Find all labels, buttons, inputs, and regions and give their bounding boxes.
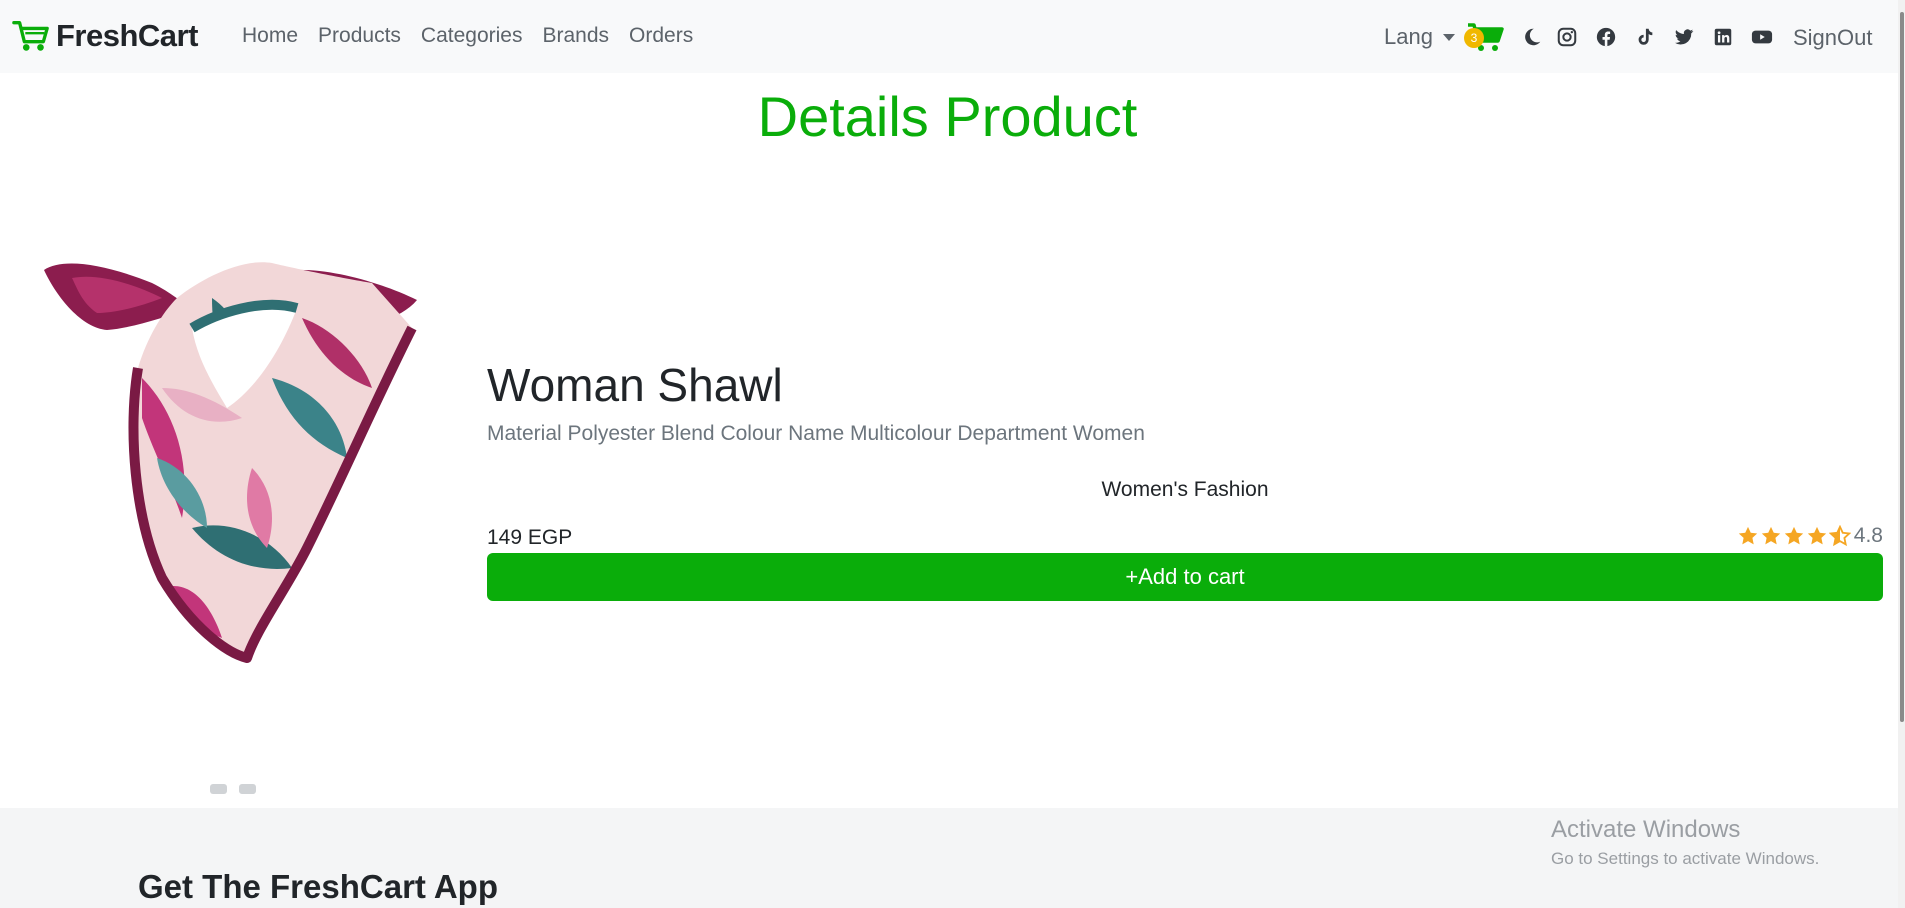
nav-brands[interactable]: Brands bbox=[542, 24, 609, 48]
scrollbar-thumb[interactable] bbox=[1900, 12, 1904, 722]
star-icon bbox=[1761, 526, 1780, 545]
image-carousel-indicators bbox=[210, 784, 256, 794]
star-icon bbox=[1738, 526, 1757, 545]
product-image bbox=[44, 262, 417, 663]
star-icon bbox=[1784, 526, 1803, 545]
footer-app-title: Get The FreshCart App bbox=[138, 868, 498, 905]
moon-icon[interactable] bbox=[1521, 26, 1543, 48]
instagram-icon[interactable] bbox=[1556, 26, 1578, 48]
brand-logo[interactable]: FreshCart bbox=[12, 18, 198, 54]
nav-orders[interactable]: Orders bbox=[629, 24, 693, 48]
product-rating: 4.8 bbox=[1737, 524, 1883, 548]
cart-count-badge: 3 bbox=[1464, 28, 1484, 48]
navbar: FreshCart Home Products Categories Brand… bbox=[0, 0, 1905, 73]
nav-categories[interactable]: Categories bbox=[421, 24, 523, 48]
cart-logo-icon bbox=[12, 21, 49, 51]
activate-windows-title: Activate Windows bbox=[1551, 816, 1741, 843]
linkedin-icon[interactable] bbox=[1712, 26, 1734, 48]
add-to-cart-button[interactable]: +Add to cart bbox=[487, 553, 1883, 601]
brand-name: FreshCart bbox=[56, 18, 198, 53]
activate-windows-subtitle: Go to Settings to activate Windows. bbox=[1551, 849, 1820, 868]
main-nav: Home Products Categories Brands Orders bbox=[242, 24, 693, 48]
language-dropdown[interactable]: Lang bbox=[1384, 24, 1455, 50]
star-icon bbox=[1807, 526, 1826, 545]
product-category: Women's Fashion bbox=[1101, 478, 1269, 501]
nav-home[interactable]: Home bbox=[242, 24, 298, 48]
youtube-icon[interactable] bbox=[1750, 26, 1774, 48]
tiktok-icon[interactable] bbox=[1634, 26, 1656, 48]
language-label: Lang bbox=[1384, 24, 1433, 49]
nav-products[interactable]: Products bbox=[318, 24, 401, 48]
star-half-icon bbox=[1828, 525, 1851, 547]
product-price: 149 EGP bbox=[487, 526, 573, 549]
rating-value: 4.8 bbox=[1853, 524, 1883, 547]
carousel-dot-1[interactable] bbox=[210, 784, 227, 794]
product-name: Woman Shawl bbox=[487, 359, 783, 411]
page-title: Details Product bbox=[757, 85, 1138, 148]
carousel-dot-2[interactable] bbox=[239, 784, 256, 794]
chevron-down-icon bbox=[1442, 33, 1455, 41]
signout-link[interactable]: SignOut bbox=[1793, 25, 1873, 51]
facebook-icon[interactable] bbox=[1595, 26, 1617, 48]
twitter-icon[interactable] bbox=[1673, 26, 1695, 48]
product-description: Material Polyester Blend Colour Name Mul… bbox=[487, 422, 1145, 445]
